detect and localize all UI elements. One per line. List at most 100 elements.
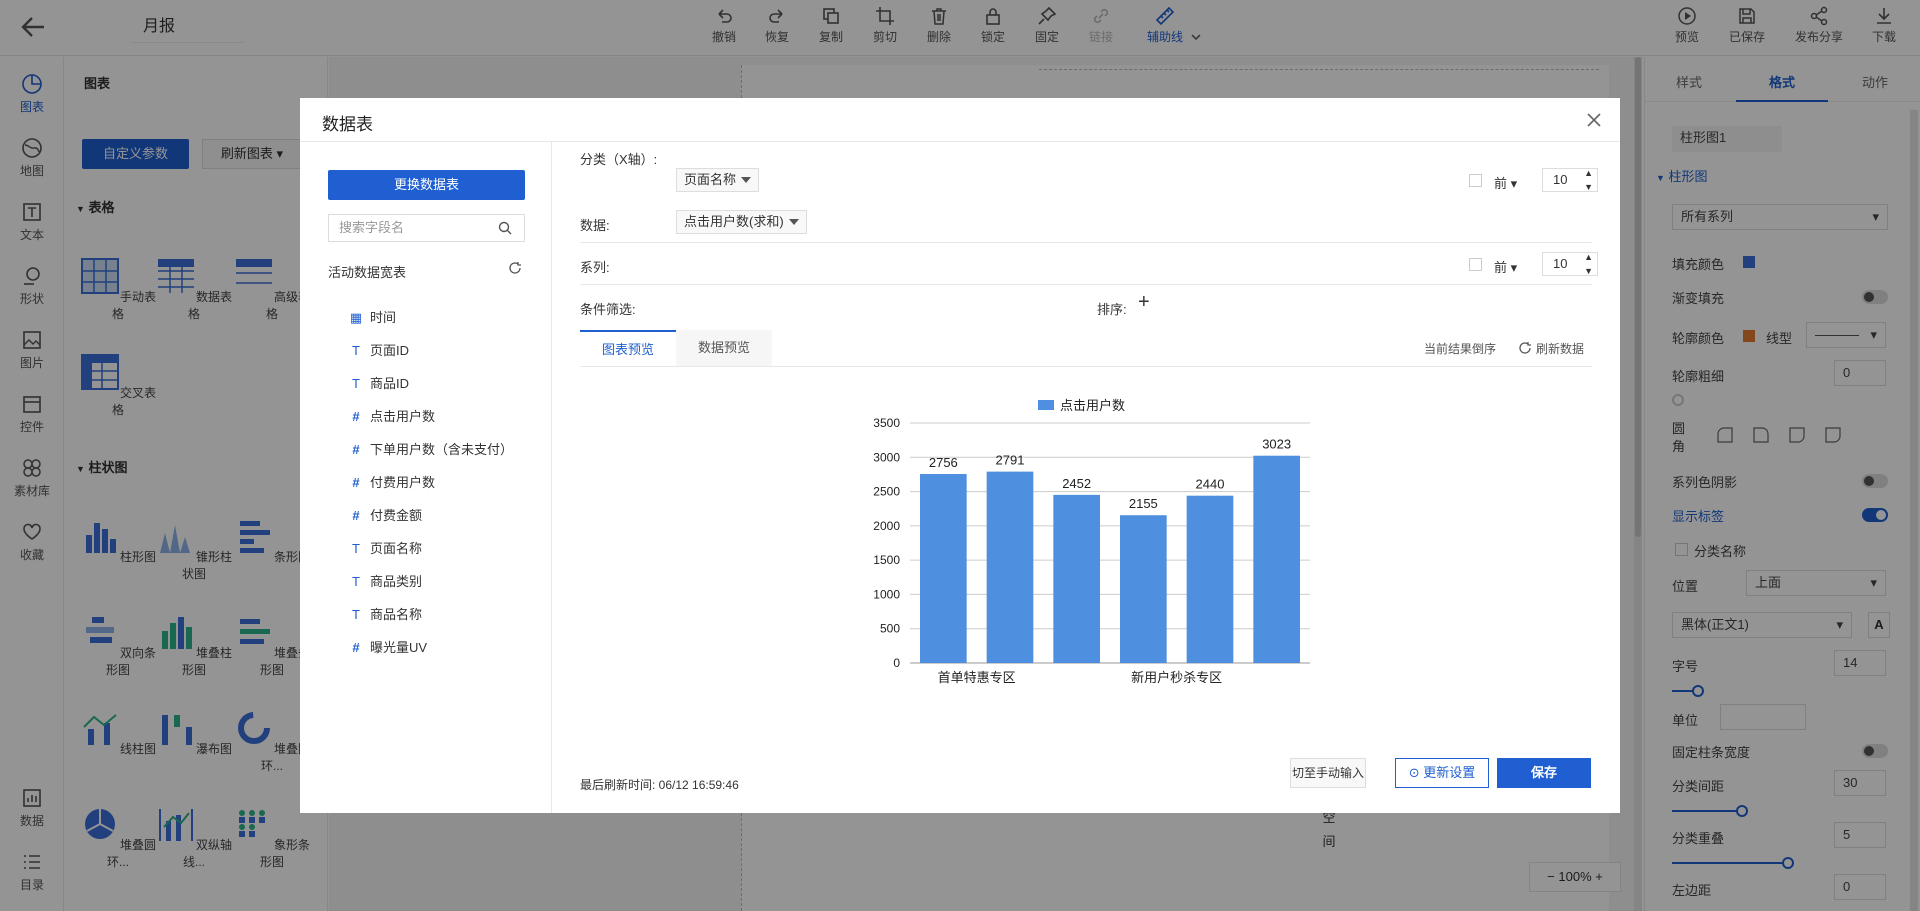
dialog-title: 数据表	[322, 115, 373, 134]
series-top-select[interactable]: 前 ▾	[1494, 257, 1517, 276]
number-field-icon: #	[352, 640, 360, 655]
x-top-value: 10	[1553, 172, 1568, 187]
y-tick-label: 2000	[873, 519, 900, 533]
bar	[1120, 515, 1167, 663]
field-item[interactable]: # 付费金额	[348, 507, 422, 525]
data-label: 2155	[1129, 496, 1158, 511]
text-field-icon: T	[352, 343, 360, 358]
filter-label: 条件筛选:	[580, 302, 636, 317]
x-top-select[interactable]: 前 ▾	[1494, 173, 1517, 192]
field-name: 点击用户数	[370, 409, 436, 424]
x-top-checkbox[interactable]	[1469, 174, 1482, 187]
divider	[580, 242, 1592, 243]
field-name: 付费金额	[370, 508, 423, 523]
x-axis-select[interactable]: 页面名称	[676, 168, 760, 192]
field-item[interactable]: T 商品ID	[348, 375, 409, 393]
number-field-icon: #	[352, 409, 360, 424]
number-field-icon: #	[352, 442, 360, 457]
series-top-value: 10	[1553, 256, 1568, 271]
add-sort-icon[interactable]: +	[1138, 291, 1150, 314]
close-icon[interactable]	[1584, 110, 1604, 130]
y-tick-label: 3500	[873, 416, 900, 430]
data-label: 数据:	[580, 218, 610, 233]
data-select[interactable]: 点击用户数(求和)	[676, 210, 807, 234]
field-item[interactable]: T 商品名称	[348, 606, 422, 624]
field-item[interactable]: T 页面ID	[348, 342, 409, 360]
field-item[interactable]: T 页面名称	[348, 540, 422, 558]
refresh-icon[interactable]	[508, 261, 522, 275]
tab-chart-preview[interactable]: 图表预览	[580, 330, 676, 366]
divider	[580, 284, 1592, 285]
field-name: 下单用户数（含未支付）	[370, 442, 514, 457]
field-name: 时间	[370, 310, 397, 325]
bar	[920, 474, 967, 663]
y-tick-label: 1500	[873, 553, 900, 567]
bar	[1186, 495, 1234, 663]
data-label: 2791	[996, 453, 1025, 468]
refresh-data-icon[interactable]	[1518, 341, 1532, 355]
field-name: 商品ID	[370, 376, 410, 391]
save-button[interactable]: 保存	[1497, 758, 1591, 788]
text-field-icon: T	[352, 574, 360, 589]
bar	[986, 471, 1034, 663]
search-icon[interactable]	[498, 221, 512, 235]
search-placeholder: 搜索字段名	[339, 220, 405, 235]
text-field-icon: T	[352, 376, 360, 391]
field-item[interactable]: ▦ 时间	[348, 309, 396, 327]
bar	[1053, 494, 1100, 663]
field-name: 商品名称	[370, 607, 423, 622]
legend-label: 点击用户数	[1060, 398, 1125, 413]
field-search-input[interactable]: 搜索字段名	[328, 214, 525, 242]
calendar-icon: ▦	[349, 310, 363, 325]
x-axis-value: 页面名称	[684, 172, 737, 187]
data-label: 2756	[929, 455, 958, 470]
field-item[interactable]: T 商品类别	[348, 573, 422, 591]
reverse-order-button[interactable]: 当前结果倒序	[1424, 340, 1496, 357]
last-refresh-time: 最后刷新时间: 06/12 16:59:46	[580, 778, 739, 792]
replace-datasheet-button[interactable]: 更换数据表	[328, 170, 525, 200]
dialog-header: 数据表	[300, 98, 1620, 142]
dataset-name: 活动数据宽表	[328, 265, 407, 280]
tab-data-preview[interactable]: 数据预览	[676, 330, 772, 366]
field-item[interactable]: # 付费用户数	[348, 474, 435, 492]
update-settings-label: 更新设置	[1423, 765, 1476, 780]
bar-chart-preview: 0 500 1000 1500 2000 2500 3000 3500 2756 2791 2452…	[873, 398, 1310, 685]
sort-label: 排序:	[1097, 302, 1127, 317]
field-name: 页面ID	[370, 343, 410, 358]
x-axis-label: 分类（X轴）:	[580, 152, 658, 167]
bar	[1253, 455, 1300, 663]
y-tick-label: 3000	[873, 450, 900, 464]
field-name: 付费用户数	[370, 475, 436, 490]
y-tick-label: 500	[880, 622, 900, 636]
legend-swatch	[1038, 400, 1054, 410]
field-name: 曝光量UV	[370, 640, 428, 655]
field-name: 页面名称	[370, 541, 423, 556]
x-tick-label: 新用户秒杀专区	[1131, 670, 1222, 685]
x-top-input[interactable]: 10 ▲ ▼	[1542, 168, 1598, 192]
manual-input-button[interactable]: 切至手动输入	[1290, 758, 1366, 788]
data-label: 2452	[1062, 476, 1091, 491]
x-tick-label: 首单特惠专区	[938, 670, 1016, 685]
y-tick-label: 1000	[873, 587, 900, 601]
y-tick-label: 0	[893, 656, 900, 670]
text-field-icon: T	[352, 541, 360, 556]
data-label: 2440	[1196, 477, 1225, 492]
tabs-divider	[580, 366, 1592, 367]
data-label: 3023	[1262, 437, 1291, 452]
field-item[interactable]: # 点击用户数	[348, 408, 435, 426]
check-circle-icon: ⊙	[1408, 765, 1420, 780]
data-value: 点击用户数(求和)	[684, 214, 784, 229]
text-field-icon: T	[352, 607, 360, 622]
update-settings-button[interactable]: ⊙ 更新设置	[1395, 758, 1489, 788]
series-top-checkbox[interactable]	[1469, 258, 1482, 271]
field-item[interactable]: # 曝光量UV	[348, 639, 427, 657]
field-item[interactable]: # 下单用户数（含未支付）	[348, 441, 513, 459]
series-label: 系列:	[580, 260, 610, 275]
field-name: 商品类别	[370, 574, 423, 589]
refresh-data-button[interactable]: 刷新数据	[1536, 340, 1584, 357]
data-table-dialog: 数据表 更换数据表 搜索字段名 活动数据宽表 ▦ 时间 T 页面ID T 商品ID # 点击用…	[300, 98, 1620, 813]
series-top-input[interactable]: 10 ▲ ▼	[1542, 252, 1598, 276]
y-tick-label: 2500	[873, 485, 900, 499]
number-field-icon: #	[352, 508, 360, 523]
x-top-label: 前	[1494, 176, 1508, 191]
